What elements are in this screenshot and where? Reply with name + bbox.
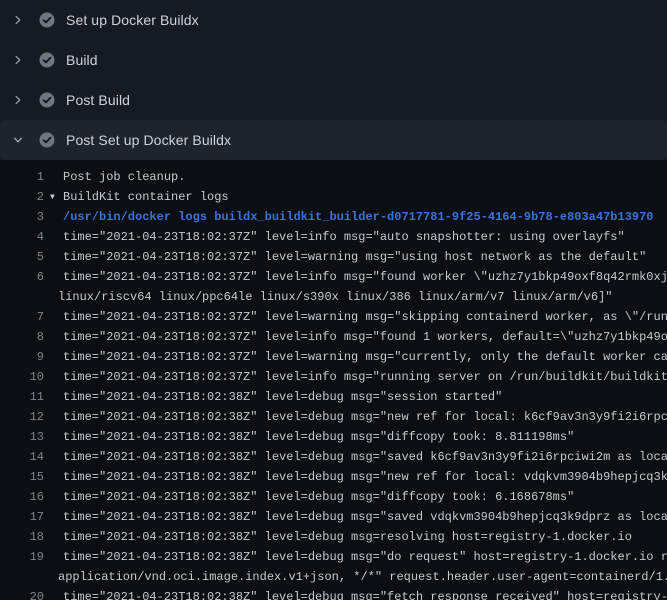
log-output: 1 Post job cleanup. 2 ▼BuildKit container l… (0, 160, 667, 600)
log-line-text: time="2021-04-23T18:02:38Z" level=debug … (63, 407, 667, 427)
log-line: 14 time="2021-04-23T18:02:38Z" level=debu… (0, 447, 667, 467)
log-line-number[interactable]: 6 (0, 267, 44, 287)
log-line-text: time="2021-04-23T18:02:38Z" level=debug … (63, 547, 667, 567)
log-line-continuation: linux/riscv64 linux/ppc64le linux/s390x … (0, 287, 667, 307)
step-set-up-docker-buildx[interactable]: Set up Docker Buildx (0, 0, 667, 40)
step-label: Set up Docker Buildx (66, 12, 199, 28)
log-line-text: time="2021-04-23T18:02:37Z" level=warnin… (63, 307, 667, 327)
chevron-right-icon[interactable] (10, 12, 26, 28)
step-label: Post Build (66, 92, 130, 108)
log-line-number[interactable]: 2 (0, 187, 44, 207)
log-line-text: time="2021-04-23T18:02:38Z" level=debug … (63, 487, 574, 507)
log-line-text: time="2021-04-23T18:02:38Z" level=debug … (63, 387, 502, 407)
check-circle-icon (39, 52, 55, 68)
step-label: Build (66, 52, 98, 68)
chevron-right-icon[interactable] (10, 92, 26, 108)
log-line-number[interactable]: 5 (0, 247, 44, 267)
log-line-text: time="2021-04-23T18:02:37Z" level=info m… (63, 367, 667, 387)
log-line: 1 Post job cleanup. (0, 167, 667, 187)
log-line: 18 time="2021-04-23T18:02:38Z" level=debu… (0, 527, 667, 547)
log-line: 10 time="2021-04-23T18:02:37Z" level=info… (0, 367, 667, 387)
log-line-number[interactable]: 16 (0, 487, 44, 507)
log-line-text: time="2021-04-23T18:02:37Z" level=warnin… (63, 347, 667, 367)
log-line-number[interactable]: 7 (0, 307, 44, 327)
log-line: 4 time="2021-04-23T18:02:37Z" level=info … (0, 227, 667, 247)
log-line-text: time="2021-04-23T18:02:38Z" level=debug … (63, 427, 574, 447)
log-line-text: time="2021-04-23T18:02:37Z" level=warnin… (63, 247, 646, 267)
log-line: 11 time="2021-04-23T18:02:38Z" level=debu… (0, 387, 667, 407)
actions-log-viewer: Set up Docker Buildx Build Post Build (0, 0, 667, 600)
check-circle-icon (39, 12, 55, 28)
log-line-number[interactable]: 10 (0, 367, 44, 387)
log-line-number[interactable]: 14 (0, 447, 44, 467)
step-label: Post Set up Docker Buildx (66, 132, 231, 148)
log-line-text: Post job cleanup. (63, 167, 185, 187)
log-line-text: time="2021-04-23T18:02:37Z" level=info m… (63, 267, 667, 287)
log-line: 20 time="2021-04-23T18:02:38Z" level=debu… (0, 587, 667, 600)
log-line: 3/usr/bin/docker logs buildx_buildkit_bu… (0, 207, 667, 227)
log-line-text: time="2021-04-23T18:02:38Z" level=debug … (63, 527, 632, 547)
log-group-header[interactable]: ▼BuildKit container logs (63, 187, 229, 207)
log-line-number[interactable]: 17 (0, 507, 44, 527)
log-line: 13 time="2021-04-23T18:02:38Z" level=debu… (0, 427, 667, 447)
step-build[interactable]: Build (0, 40, 667, 80)
log-line-number[interactable]: 4 (0, 227, 44, 247)
log-line-text: time="2021-04-23T18:02:38Z" level=debug … (63, 507, 667, 527)
log-line-number[interactable]: 19 (0, 547, 44, 567)
step-list: Set up Docker Buildx Build Post Build (0, 0, 667, 160)
log-line-number[interactable]: 15 (0, 467, 44, 487)
log-line-continuation: application/vnd.oci.image.index.v1+json,… (0, 567, 667, 587)
log-line-number[interactable]: 20 (0, 587, 44, 600)
log-line: 2 ▼BuildKit container logs (0, 187, 667, 207)
log-line-text: application/vnd.oci.image.index.v1+json,… (58, 567, 667, 587)
check-circle-icon (39, 92, 55, 108)
log-line-number[interactable]: 3 (0, 207, 44, 227)
log-line-number[interactable]: 8 (0, 327, 44, 347)
log-line: 9 time="2021-04-23T18:02:37Z" level=warni… (0, 347, 667, 367)
log-line-number[interactable]: 12 (0, 407, 44, 427)
triangle-down-icon[interactable]: ▼ (50, 188, 63, 208)
log-line-number[interactable]: 18 (0, 527, 44, 547)
log-line-number[interactable]: 1 (0, 167, 44, 187)
chevron-right-icon[interactable] (10, 52, 26, 68)
log-line: 8 time="2021-04-23T18:02:37Z" level=info … (0, 327, 667, 347)
log-line-text: time="2021-04-23T18:02:38Z" level=debug … (63, 447, 667, 467)
log-line-text: linux/riscv64 linux/ppc64le linux/s390x … (58, 287, 613, 307)
log-line: 5 time="2021-04-23T18:02:37Z" level=warni… (0, 247, 667, 267)
log-line: 17 time="2021-04-23T18:02:38Z" level=debu… (0, 507, 667, 527)
step-post-build[interactable]: Post Build (0, 80, 667, 120)
log-line: 15 time="2021-04-23T18:02:38Z" level=debu… (0, 467, 667, 487)
log-line-number[interactable]: 11 (0, 387, 44, 407)
log-line: 16 time="2021-04-23T18:02:38Z" level=debu… (0, 487, 667, 507)
log-line: 6 time="2021-04-23T18:02:37Z" level=info … (0, 267, 667, 287)
log-line-text: time="2021-04-23T18:02:37Z" level=info m… (63, 327, 667, 347)
log-command-text: /usr/bin/docker logs buildx_buildkit_bui… (63, 207, 654, 227)
log-line: 19 time="2021-04-23T18:02:38Z" level=debu… (0, 547, 667, 567)
log-line: 7 time="2021-04-23T18:02:37Z" level=warni… (0, 307, 667, 327)
chevron-down-icon[interactable] (10, 132, 26, 148)
log-line-text: time="2021-04-23T18:02:37Z" level=info m… (63, 227, 625, 247)
log-line-number[interactable]: 13 (0, 427, 44, 447)
log-line-text: time="2021-04-23T18:02:38Z" level=debug … (63, 587, 667, 600)
log-line: 12 time="2021-04-23T18:02:38Z" level=debu… (0, 407, 667, 427)
log-line-number[interactable]: 9 (0, 347, 44, 367)
step-post-set-up-docker-buildx[interactable]: Post Set up Docker Buildx (0, 120, 667, 160)
check-circle-icon (39, 132, 55, 148)
log-line-text: time="2021-04-23T18:02:38Z" level=debug … (63, 467, 667, 487)
